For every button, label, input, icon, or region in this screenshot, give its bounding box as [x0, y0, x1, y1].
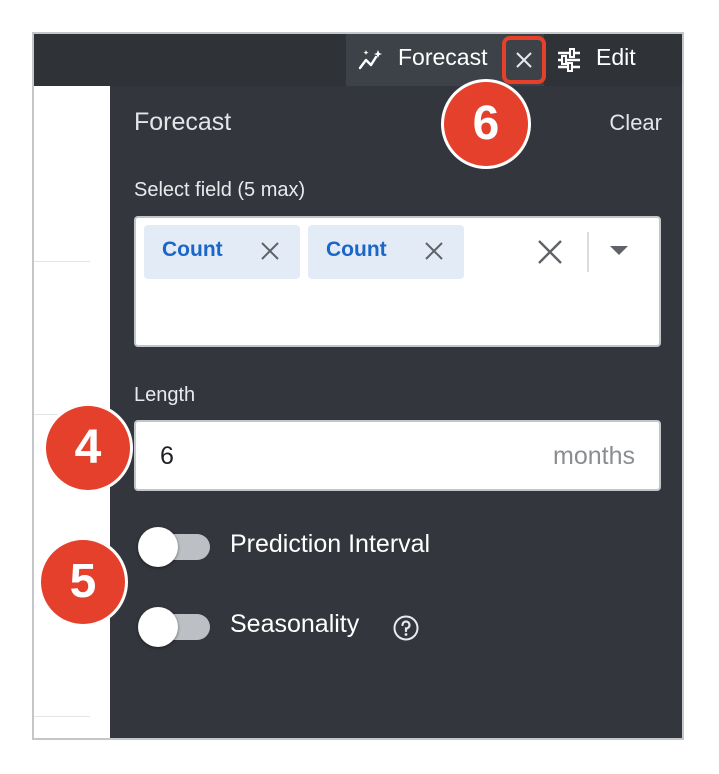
length-value: 6	[160, 442, 174, 470]
length-unit: months	[553, 442, 635, 470]
grid-line	[34, 716, 90, 717]
forecast-panel: Forecast Clear Select field (5 max) Coun…	[110, 86, 682, 738]
field-chip[interactable]: Count	[144, 225, 300, 279]
sliders-icon	[558, 48, 580, 72]
select-divider	[587, 232, 589, 272]
field-select[interactable]: Count Count	[134, 216, 661, 347]
chip-label: Count	[162, 238, 223, 261]
grid-line	[34, 261, 90, 262]
seasonality-label: Seasonality	[230, 610, 360, 638]
toggle-thumb	[138, 527, 178, 567]
callout-badge-5: 5	[38, 537, 128, 627]
tab-edit[interactable]: Edit	[552, 34, 672, 86]
remove-chip-icon[interactable]	[424, 241, 444, 261]
select-field-label: Select field (5 max)	[134, 179, 306, 201]
app-frame: Forecast Edit Forecast Clear Select fiel…	[32, 32, 684, 740]
tab-edit-label: Edit	[596, 44, 636, 70]
help-icon[interactable]	[392, 614, 420, 642]
prediction-interval-label: Prediction Interval	[230, 530, 431, 558]
chip-label: Count	[326, 238, 387, 261]
chevron-down-icon[interactable]	[610, 246, 628, 255]
length-input[interactable]: 6 months	[134, 420, 661, 491]
close-icon	[516, 52, 532, 68]
close-forecast-button[interactable]	[502, 36, 546, 84]
panel-title: Forecast	[134, 108, 232, 136]
callout-badge-4: 4	[43, 403, 133, 493]
clear-selection-icon[interactable]	[536, 238, 564, 266]
seasonality-toggle[interactable]	[138, 604, 210, 648]
clear-button[interactable]: Clear	[609, 110, 662, 136]
toggle-thumb	[138, 607, 178, 647]
top-toolbar: Forecast Edit	[34, 34, 682, 86]
remove-chip-icon[interactable]	[260, 241, 280, 261]
sparkle-chart-icon	[358, 50, 382, 70]
tab-forecast-label: Forecast	[398, 44, 488, 70]
prediction-interval-toggle[interactable]	[138, 524, 210, 568]
callout-badge-6: 6	[441, 79, 531, 169]
length-label: Length	[134, 384, 196, 406]
field-chip[interactable]: Count	[308, 225, 464, 279]
